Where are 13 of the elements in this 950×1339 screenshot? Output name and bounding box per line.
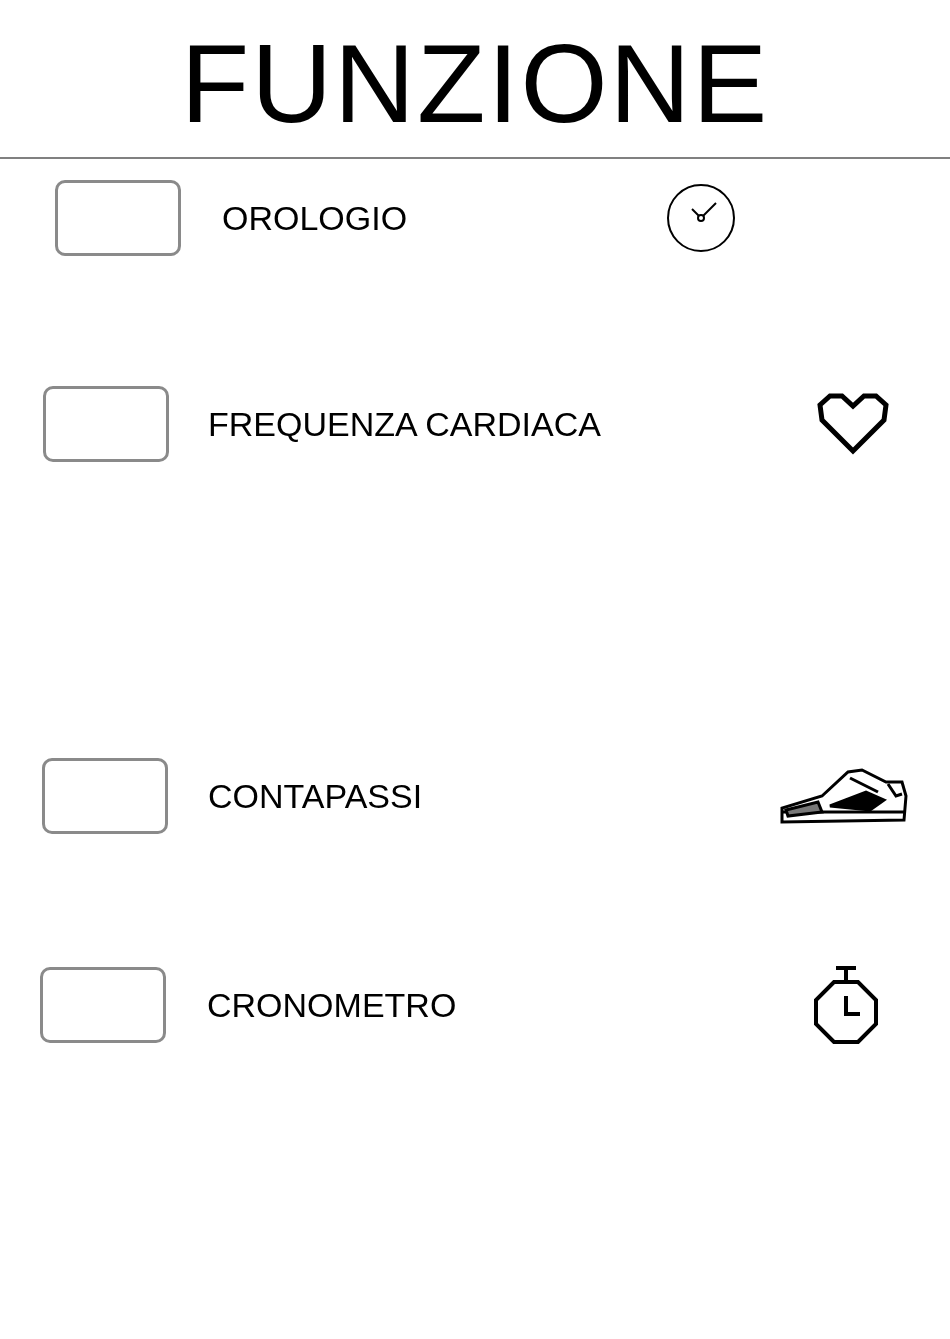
heart-icon	[816, 393, 890, 455]
function-label: CONTAPASSI	[208, 775, 423, 817]
page-title: FUNZIONE	[180, 27, 770, 140]
function-label: OROLOGIO	[222, 197, 408, 239]
clock-icon	[666, 183, 736, 253]
shoe-icon	[778, 766, 908, 826]
checkbox[interactable]	[42, 758, 168, 834]
checkbox[interactable]	[40, 967, 166, 1043]
checkbox[interactable]	[55, 180, 181, 256]
stopwatch-icon	[812, 964, 880, 1046]
function-label: CRONOMETRO	[207, 984, 457, 1026]
checkbox[interactable]	[43, 386, 169, 462]
function-label: FREQUENZA CARDIACA	[208, 403, 601, 445]
